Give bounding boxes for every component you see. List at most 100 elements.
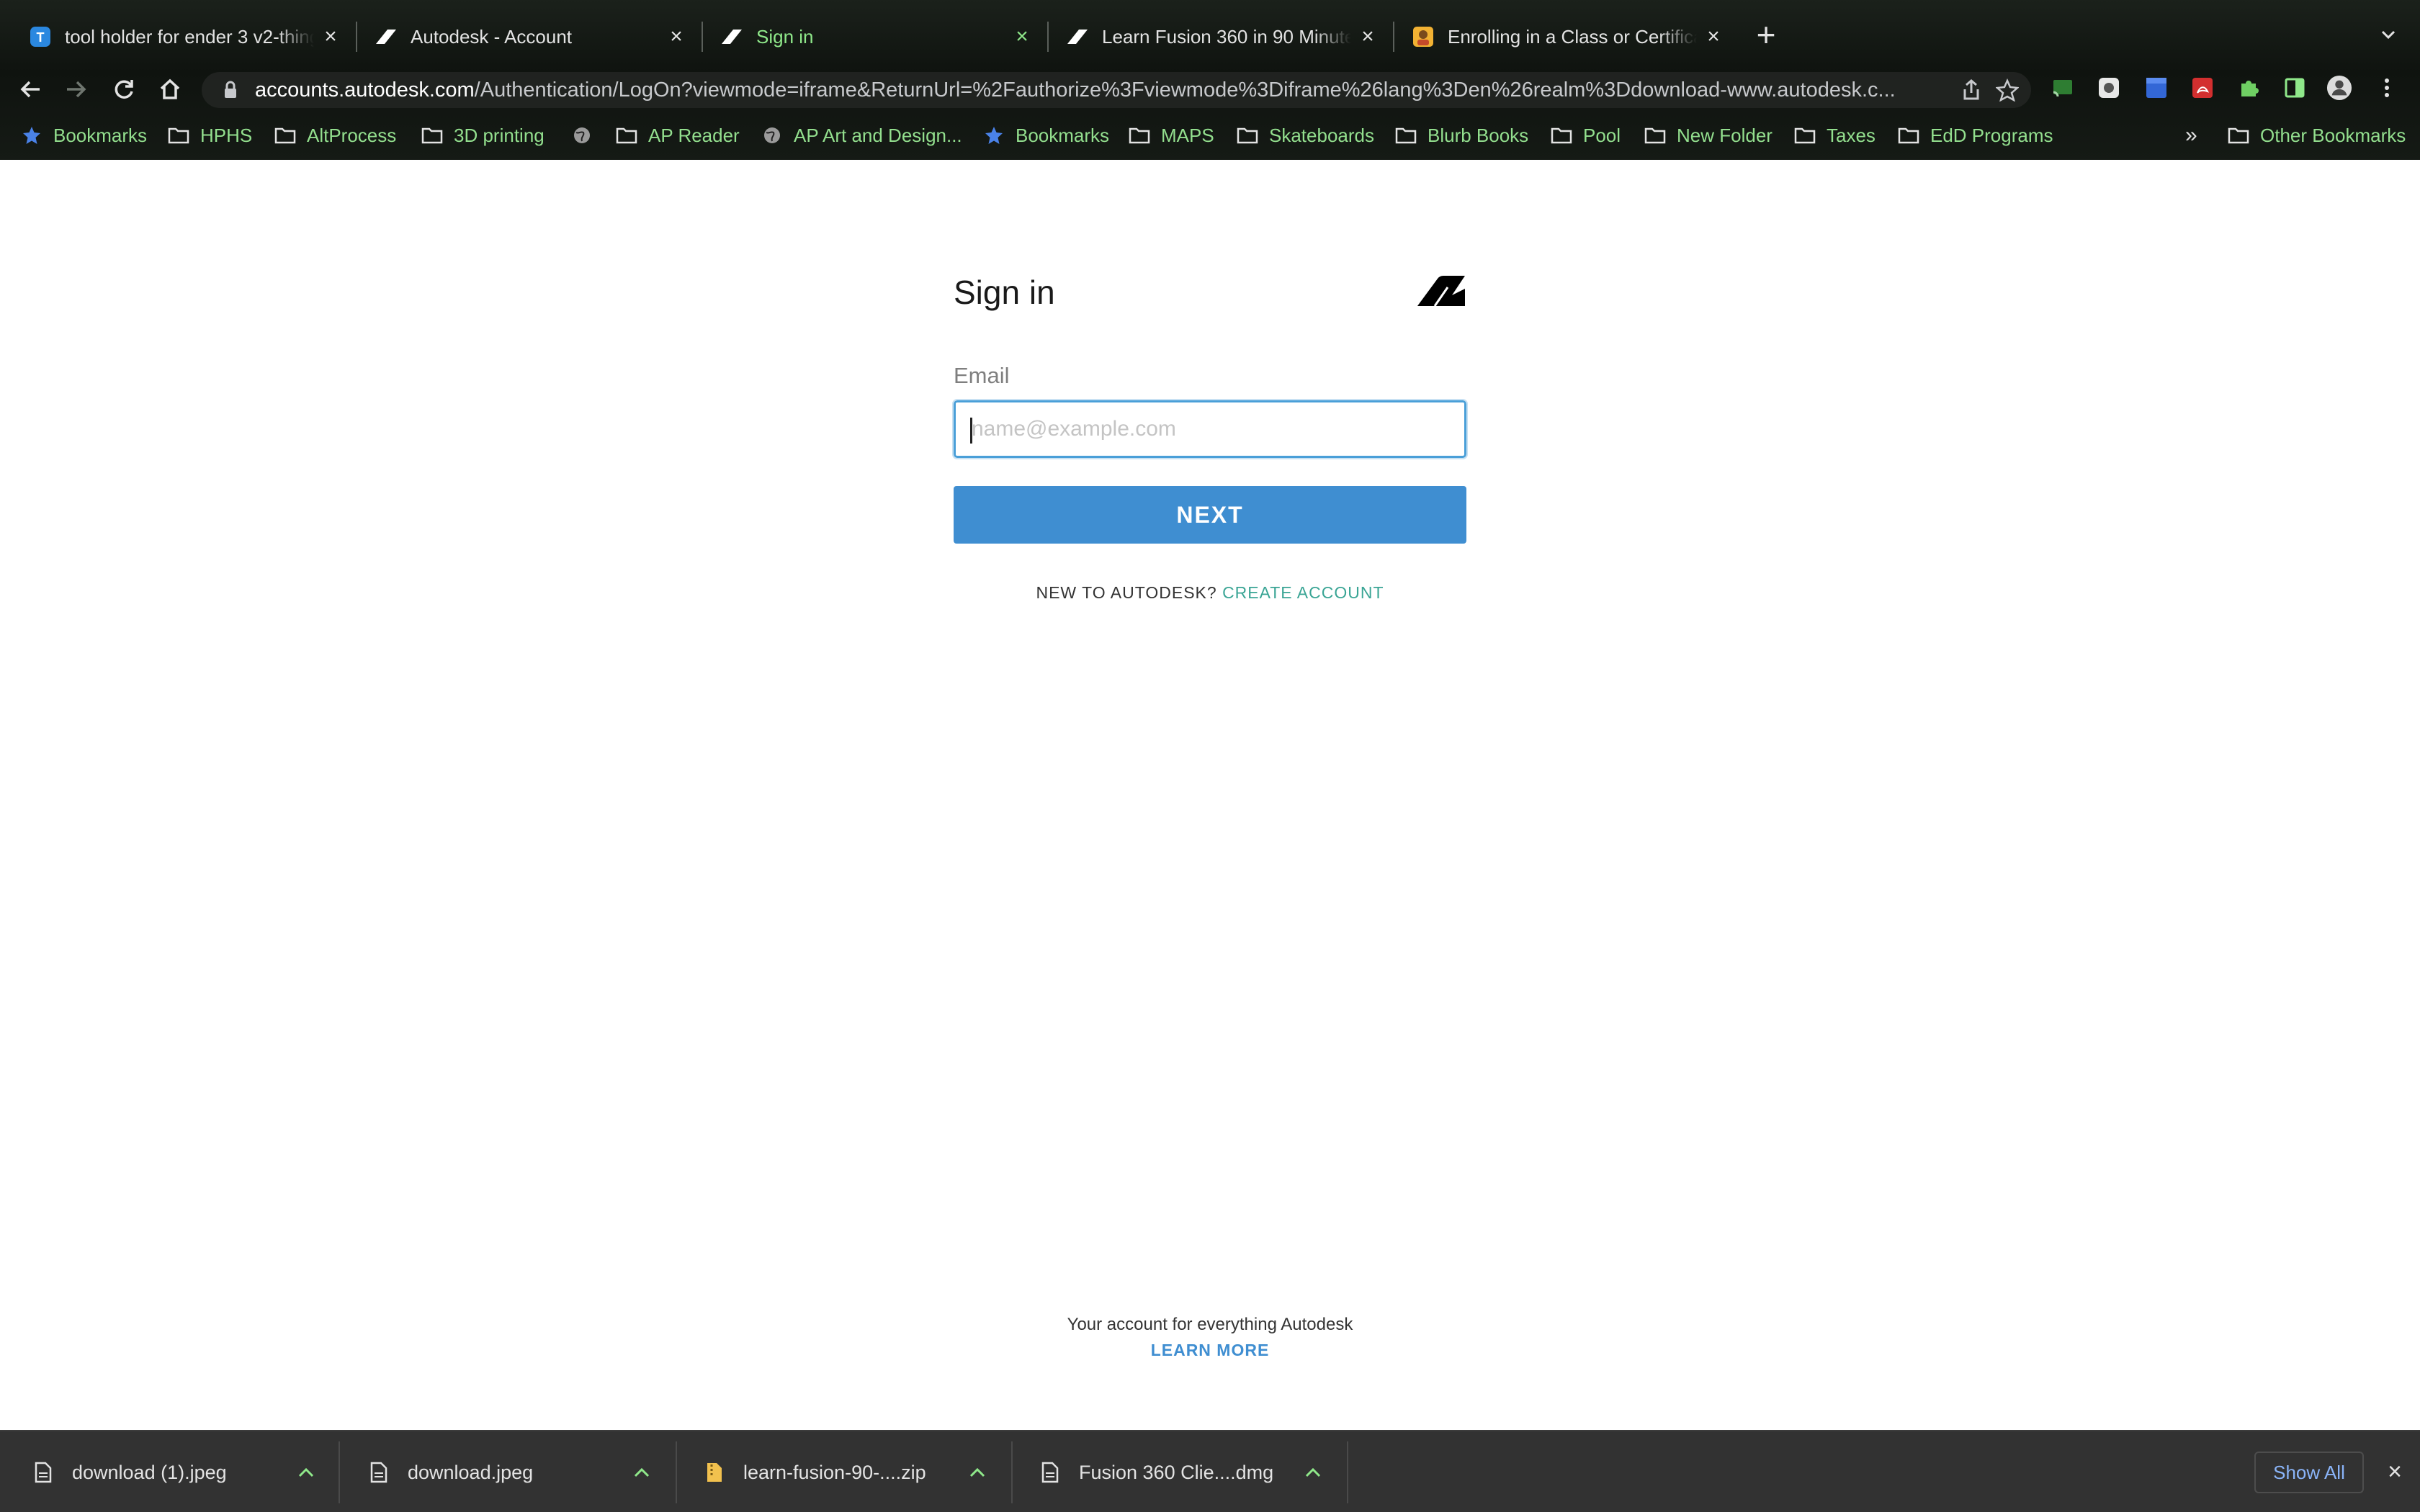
close-icon[interactable]: × bbox=[1703, 24, 1724, 48]
new-tab-button[interactable]: + bbox=[1752, 18, 1780, 51]
browser-toolbar: accounts.autodesk.com/Authentication/Log… bbox=[0, 66, 2420, 111]
url-text[interactable]: accounts.autodesk.com/Authentication/Log… bbox=[255, 78, 1912, 102]
email-label: Email bbox=[954, 363, 1010, 388]
download-item[interactable]: Fusion 360 Clie....dmg bbox=[1007, 1431, 1344, 1512]
svg-text:T: T bbox=[37, 30, 45, 45]
download-item[interactable]: download.jpeg bbox=[336, 1431, 673, 1512]
tab-title: Enrolling in a Class or Certificate bbox=[1448, 25, 1697, 48]
bookmark-label: New Folder bbox=[1677, 124, 1773, 146]
tab-separator bbox=[1393, 22, 1394, 52]
share-icon[interactable] bbox=[1959, 78, 1984, 102]
bookmark-blurb-books[interactable]: Blurb Books bbox=[1394, 120, 1528, 151]
avatar[interactable] bbox=[2326, 75, 2352, 101]
tab-search-chevron-icon[interactable] bbox=[2377, 20, 2400, 49]
learn-more-link[interactable]: LEARN MORE bbox=[954, 1341, 1466, 1360]
forward-button[interactable] bbox=[62, 75, 91, 104]
text-caret bbox=[970, 418, 972, 444]
globe-icon bbox=[570, 124, 593, 147]
close-icon[interactable]: × bbox=[1357, 24, 1379, 48]
download-filename: download.jpeg bbox=[408, 1461, 534, 1483]
bookmark-label: Bookmarks bbox=[1016, 124, 1110, 146]
side-panel-icon[interactable] bbox=[2282, 75, 2308, 101]
folder-icon bbox=[1793, 124, 1816, 147]
screen-capture-extension-icon[interactable] bbox=[2096, 75, 2122, 101]
reload-button[interactable] bbox=[109, 75, 138, 104]
show-all-downloads-button[interactable]: Show All bbox=[2254, 1452, 2364, 1493]
tab-strip: T tool holder for ender 3 v2-thing × Aut… bbox=[0, 0, 2420, 66]
star-icon bbox=[20, 124, 43, 147]
bookmark-bookmarks[interactable]: Bookmarks bbox=[20, 120, 147, 151]
other-bookmarks[interactable]: Other Bookmarks bbox=[2227, 120, 2406, 151]
download-item[interactable]: learn-fusion-90-....zip bbox=[671, 1431, 1008, 1512]
folder-icon bbox=[1236, 124, 1259, 147]
chevron-up-icon[interactable] bbox=[967, 1467, 988, 1477]
create-account-link[interactable]: CREATE ACCOUNT bbox=[1222, 583, 1384, 602]
folder-icon bbox=[167, 124, 190, 147]
bookmark-edd-programs[interactable]: EdD Programs bbox=[1897, 120, 2053, 151]
bookmark-label: Blurb Books bbox=[1428, 124, 1529, 146]
bookmark-label: AP Reader bbox=[648, 124, 740, 146]
address-bar[interactable]: accounts.autodesk.com/Authentication/Log… bbox=[202, 72, 2031, 108]
page-title: Sign in bbox=[954, 274, 1055, 311]
bookmark-globe[interactable] bbox=[570, 120, 604, 151]
chevron-up-icon[interactable] bbox=[1302, 1467, 1324, 1477]
download-separator bbox=[1347, 1441, 1348, 1503]
extensions-puzzle-icon[interactable] bbox=[2236, 75, 2262, 101]
download-item[interactable]: download (1).jpeg bbox=[0, 1431, 337, 1512]
star-bookmark-icon[interactable] bbox=[1995, 78, 2020, 102]
browser-chrome: T tool holder for ender 3 v2-thing × Aut… bbox=[0, 0, 2420, 160]
home-button[interactable] bbox=[156, 75, 184, 104]
class-icon bbox=[1412, 25, 1435, 48]
star-icon bbox=[982, 124, 1005, 147]
tab-learn-fusion[interactable]: Learn Fusion 360 in 90 Minutes × bbox=[1050, 13, 1389, 60]
folder-icon bbox=[274, 124, 297, 147]
tab-enrolling-class[interactable]: Enrolling in a Class or Certificate × bbox=[1396, 13, 1734, 60]
bookmark-label: AP Art and Design... bbox=[794, 124, 962, 146]
tab-thingiverse[interactable]: T tool holder for ender 3 v2-thing × bbox=[13, 13, 351, 60]
bookmark-skateboards[interactable]: Skateboards bbox=[1236, 120, 1374, 151]
bookmarks-overflow-button[interactable]: » bbox=[2185, 120, 2197, 151]
bookmark-hphs[interactable]: HPHS bbox=[167, 120, 252, 151]
new-to-autodesk-text: NEW TO AUTODESK? bbox=[1036, 583, 1217, 602]
sign-in-page: Sign in Email NEXT NEW TO AUTODESK? CREA… bbox=[0, 160, 2420, 1430]
bookmark-new-folder[interactable]: New Folder bbox=[1644, 120, 1773, 151]
bookmark-maps[interactable]: MAPS bbox=[1128, 120, 1214, 151]
close-icon[interactable]: × bbox=[320, 24, 341, 48]
bookmarks-bar: Bookmarks HPHS AltProcess 3D printing AP… bbox=[0, 115, 2420, 156]
browser-menu-icon[interactable] bbox=[2374, 75, 2400, 101]
bookmark-label: 3D printing bbox=[454, 124, 544, 146]
thingiverse-icon: T bbox=[29, 25, 52, 48]
lock-icon[interactable] bbox=[218, 81, 243, 99]
bookmark-ap-reader[interactable]: AP Reader bbox=[615, 120, 740, 151]
pdf-icon[interactable] bbox=[2190, 75, 2215, 101]
bookmark-3d-printing[interactable]: 3D printing bbox=[421, 120, 544, 151]
folder-icon bbox=[1128, 124, 1151, 147]
email-field[interactable] bbox=[952, 399, 1468, 459]
bookmark-pool[interactable]: Pool bbox=[1550, 120, 1621, 151]
bookmark-taxes[interactable]: Taxes bbox=[1793, 120, 1876, 151]
chevron-up-icon[interactable] bbox=[631, 1467, 653, 1477]
bookmark-ap-art-design[interactable]: AP Art and Design... bbox=[761, 120, 962, 151]
zip-icon bbox=[703, 1459, 726, 1485]
bookmark-altprocess[interactable]: AltProcess bbox=[274, 120, 396, 151]
folder-icon bbox=[2227, 124, 2250, 147]
bookmark-label: HPHS bbox=[200, 124, 253, 146]
folder-icon bbox=[615, 124, 638, 147]
extension-blue-icon[interactable] bbox=[2143, 75, 2169, 101]
tab-sign-in[interactable]: Sign in × bbox=[704, 13, 1043, 60]
file-icon bbox=[32, 1459, 55, 1485]
tab-title: Learn Fusion 360 in 90 Minutes bbox=[1102, 25, 1351, 48]
create-account-prompt: NEW TO AUTODESK? CREATE ACCOUNT bbox=[954, 583, 1466, 603]
globe-icon bbox=[761, 124, 784, 147]
cast-icon[interactable] bbox=[2050, 75, 2076, 101]
tab-autodesk-account[interactable]: Autodesk - Account × bbox=[359, 13, 697, 60]
file-icon bbox=[1039, 1459, 1062, 1485]
close-icon[interactable]: × bbox=[666, 24, 687, 48]
close-icon[interactable]: × bbox=[1011, 24, 1033, 48]
next-button[interactable]: NEXT bbox=[954, 486, 1466, 544]
back-button[interactable] bbox=[16, 75, 45, 104]
close-icon[interactable]: × bbox=[2380, 1457, 2409, 1486]
bookmark-bookmarks-2[interactable]: Bookmarks bbox=[982, 120, 1109, 151]
chevron-up-icon[interactable] bbox=[295, 1467, 317, 1477]
tab-separator bbox=[702, 22, 703, 52]
